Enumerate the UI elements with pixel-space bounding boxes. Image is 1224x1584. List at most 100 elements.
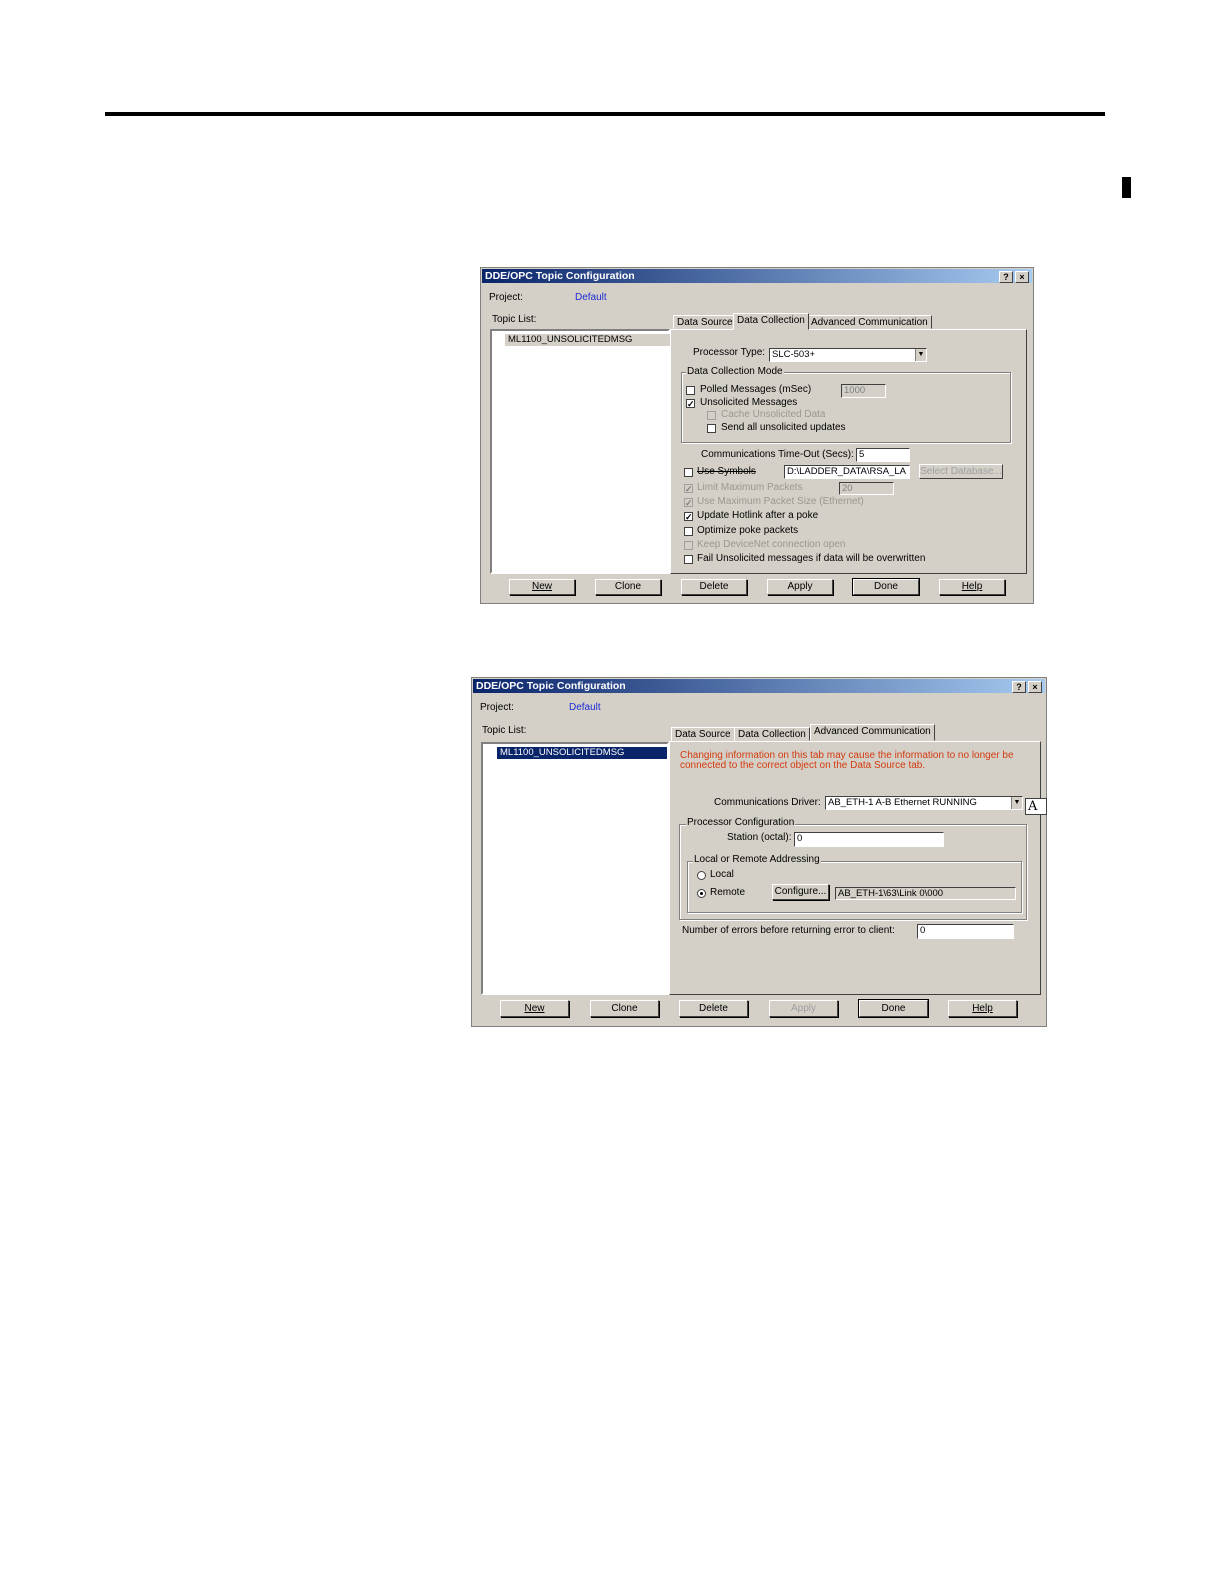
tab-data-source[interactable]: Data Source bbox=[673, 315, 737, 329]
addressing-label: Local or Remote Addressing bbox=[693, 854, 821, 865]
cache-unsolicited-label: Cache Unsolicited Data bbox=[721, 409, 826, 420]
data-collection-mode-label: Data Collection Mode bbox=[686, 366, 784, 377]
topic-config-dialog-data-collection: DDE/OPC Topic Configuration ? × Project:… bbox=[480, 267, 1034, 604]
help-button-label: Help bbox=[972, 1003, 993, 1014]
topic-list[interactable]: ML1100_UNSOLICITEDMSG bbox=[481, 742, 669, 995]
topic-config-dialog-advanced-communication: DDE/OPC Topic Configuration ? × Project:… bbox=[471, 677, 1047, 1027]
send-all-updates-checkbox[interactable] bbox=[707, 424, 716, 433]
apply-button[interactable]: Apply bbox=[769, 1000, 838, 1017]
done-button[interactable]: Done bbox=[852, 578, 920, 596]
comm-driver-select[interactable]: AB_ETH-1 A-B Ethernet RUNNING ▼ bbox=[825, 796, 1023, 810]
unsolicited-messages-label: Unsolicited Messages bbox=[700, 397, 798, 408]
send-all-updates-label: Send all unsolicited updates bbox=[721, 422, 846, 433]
use-symbols-checkbox[interactable] bbox=[684, 468, 693, 477]
tab-data-source[interactable]: Data Source bbox=[671, 727, 735, 741]
apply-button[interactable]: Apply bbox=[767, 579, 833, 595]
polled-messages-checkbox[interactable] bbox=[686, 386, 695, 395]
timeout-label: Communications Time-Out (Secs): bbox=[701, 449, 854, 460]
configure-button[interactable]: Configure... bbox=[772, 884, 829, 900]
remote-radio[interactable] bbox=[697, 889, 706, 898]
clone-button-label: Clone bbox=[611, 1003, 638, 1014]
limit-packets-label: Limit Maximum Packets bbox=[697, 482, 803, 493]
remote-path-field: AB_ETH-1\63\Link 0\000 bbox=[835, 887, 1016, 900]
processor-type-value: SLC-503+ bbox=[772, 349, 816, 360]
project-label: Project: bbox=[480, 702, 514, 713]
project-value: Default bbox=[569, 702, 601, 713]
done-button-label: Done bbox=[881, 1003, 906, 1014]
new-button[interactable]: New bbox=[500, 1000, 569, 1017]
tab-data-collection[interactable]: Data Collection bbox=[734, 727, 810, 741]
errors-before-return-field[interactable]: 0 bbox=[917, 924, 1014, 939]
help-button[interactable]: Help bbox=[939, 579, 1005, 595]
symbols-path-field[interactable]: D:\LADDER_DATA\RSA_LA bbox=[784, 465, 910, 479]
project-value: Default bbox=[575, 292, 607, 303]
comm-driver-value: AB_ETH-1 A-B Ethernet RUNNING bbox=[828, 797, 977, 808]
help-button[interactable]: Help bbox=[948, 1000, 1017, 1017]
select-database-button[interactable]: Select Database... bbox=[919, 464, 1003, 479]
update-hotlink-label: Update Hotlink after a poke bbox=[697, 510, 819, 521]
topic-list-label: Topic List: bbox=[492, 314, 537, 325]
apply-button-label: Apply bbox=[787, 581, 813, 592]
chevron-down-icon[interactable]: ▼ bbox=[915, 349, 926, 361]
delete-button-label: Delete bbox=[699, 1003, 728, 1014]
close-icon[interactable]: × bbox=[1028, 681, 1042, 693]
topic-list[interactable]: ML1100_UNSOLICITEDMSG bbox=[490, 329, 671, 574]
dialog-titlebar[interactable]: DDE/OPC Topic Configuration ? × bbox=[473, 679, 1045, 693]
done-button-label: Done bbox=[874, 581, 898, 592]
ime-indicator-icon[interactable]: A bbox=[1025, 798, 1047, 815]
apply-button-label: Apply bbox=[790, 1003, 816, 1014]
topic-list-item[interactable]: ML1100_UNSOLICITEDMSG bbox=[505, 334, 671, 346]
processor-type-select[interactable]: SLC-503+ ▼ bbox=[769, 348, 927, 362]
limit-packets-field[interactable]: 20 bbox=[839, 482, 894, 495]
processor-config-label: Processor Configuration bbox=[686, 817, 796, 828]
topic-list-label: Topic List: bbox=[482, 725, 527, 736]
station-field[interactable]: 0 bbox=[794, 832, 944, 847]
unsolicited-messages-checkbox[interactable]: ✓ bbox=[686, 399, 695, 409]
chevron-down-icon[interactable]: ▼ bbox=[1011, 797, 1022, 809]
keep-devicenet-checkbox[interactable] bbox=[684, 541, 693, 550]
max-packet-size-checkbox[interactable]: ✓ bbox=[684, 498, 693, 508]
dialog-title: DDE/OPC Topic Configuration bbox=[485, 270, 635, 282]
tab-data-collection[interactable]: Data Collection bbox=[733, 313, 809, 330]
done-button[interactable]: Done bbox=[858, 999, 929, 1018]
local-radio[interactable] bbox=[697, 871, 706, 880]
tab-advanced-communication[interactable]: Advanced Communication bbox=[807, 315, 932, 329]
page-header-rule bbox=[105, 112, 1105, 116]
chapter-thumb-mark bbox=[1122, 177, 1131, 198]
delete-button-label: Delete bbox=[699, 581, 729, 592]
close-icon[interactable]: × bbox=[1015, 271, 1029, 283]
new-button-label: New bbox=[531, 581, 552, 592]
tab-advanced-communication[interactable]: Advanced Communication bbox=[810, 724, 935, 741]
help-icon[interactable]: ? bbox=[999, 271, 1013, 283]
keep-devicenet-label: Keep DeviceNet connection open bbox=[697, 539, 846, 550]
help-icon[interactable]: ? bbox=[1012, 681, 1026, 693]
use-symbols-label: Use Symbols bbox=[697, 466, 756, 477]
polled-messages-label: Polled Messages (mSec) bbox=[700, 384, 812, 395]
dialog-title: DDE/OPC Topic Configuration bbox=[476, 680, 626, 692]
processor-type-label: Processor Type: bbox=[693, 347, 766, 358]
errors-before-return-label: Number of errors before returning error … bbox=[682, 925, 895, 936]
fail-unsolicited-checkbox[interactable] bbox=[684, 555, 693, 564]
limit-packets-checkbox[interactable]: ✓ bbox=[684, 484, 693, 494]
timeout-field[interactable]: 5 bbox=[856, 448, 910, 462]
optimize-poke-label: Optimize poke packets bbox=[697, 525, 799, 536]
new-button[interactable]: New bbox=[509, 579, 575, 595]
optimize-poke-checkbox[interactable] bbox=[684, 527, 693, 536]
clone-button[interactable]: Clone bbox=[595, 579, 661, 595]
comm-driver-label: Communications Driver: bbox=[714, 797, 821, 808]
clone-button-label: Clone bbox=[614, 581, 642, 592]
new-button-label: New bbox=[524, 1003, 545, 1014]
update-hotlink-checkbox[interactable]: ✓ bbox=[684, 512, 693, 522]
clone-button[interactable]: Clone bbox=[590, 1000, 659, 1017]
remote-label: Remote bbox=[710, 887, 746, 898]
cache-unsolicited-checkbox[interactable] bbox=[707, 411, 716, 420]
delete-button[interactable]: Delete bbox=[681, 579, 747, 595]
project-label: Project: bbox=[489, 292, 523, 303]
polled-messages-field[interactable]: 1000 bbox=[841, 384, 886, 398]
help-button-label: Help bbox=[961, 581, 983, 592]
fail-unsolicited-label: Fail Unsolicited messages if data will b… bbox=[697, 553, 926, 564]
dialog-titlebar[interactable]: DDE/OPC Topic Configuration ? × bbox=[482, 269, 1032, 283]
delete-button[interactable]: Delete bbox=[679, 1000, 748, 1017]
station-label: Station (octal): bbox=[727, 832, 792, 843]
topic-list-item[interactable]: ML1100_UNSOLICITEDMSG bbox=[497, 747, 667, 759]
